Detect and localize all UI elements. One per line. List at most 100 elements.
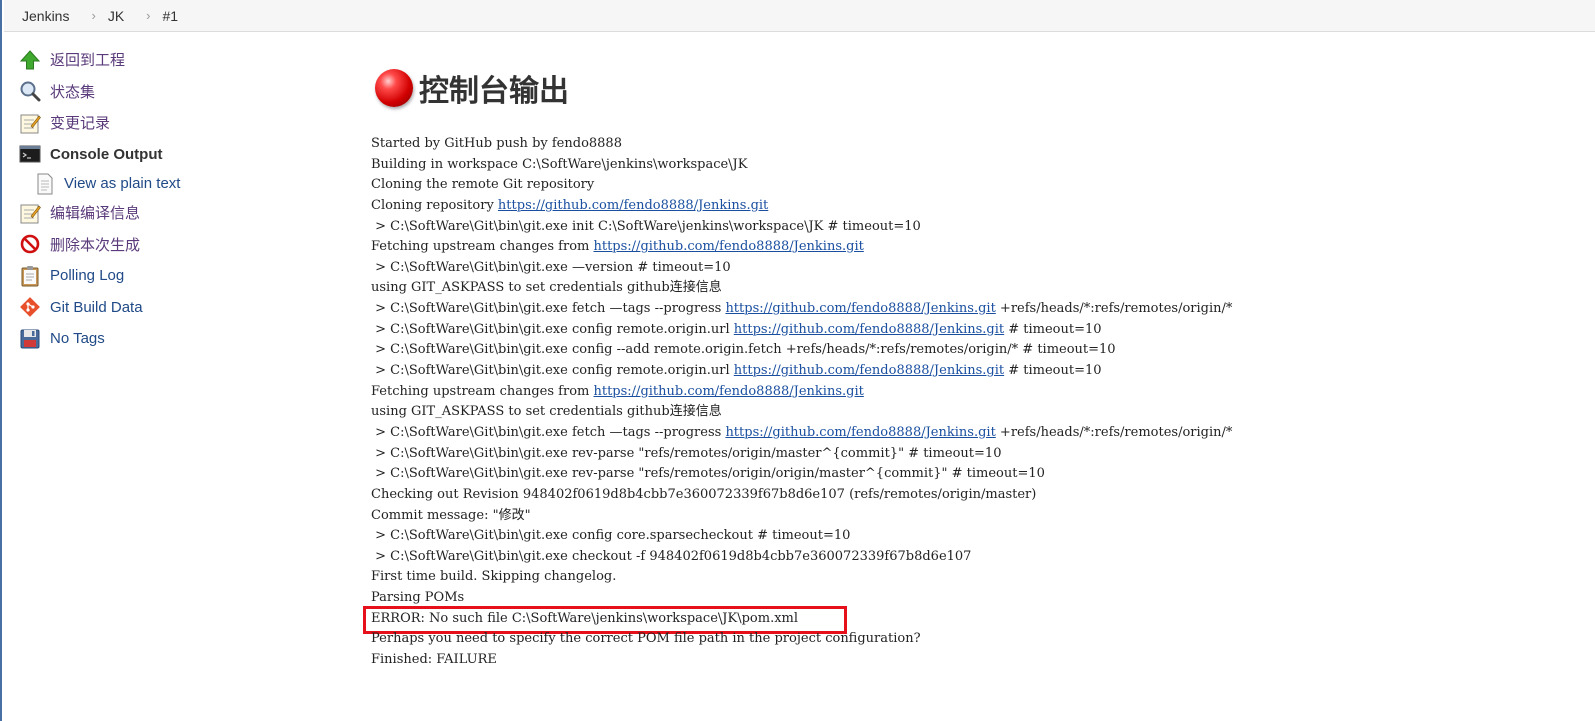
no-entry-icon xyxy=(18,232,42,256)
sidebar-item-label: View as plain text xyxy=(64,175,181,192)
repository-link[interactable]: https://github.com/fendo8888/Jenkins.git xyxy=(593,384,863,399)
sidebar-item-label: 返回到工程 xyxy=(50,52,126,70)
console-text: > C:\SoftWare\Git\bin\git.exe fetch —tag… xyxy=(371,424,726,440)
console-text: > C:\SoftWare\Git\bin\git.exe checkout -… xyxy=(371,548,972,564)
repository-link[interactable]: https://github.com/fendo8888/Jenkins.git xyxy=(734,322,1004,337)
page-title: 控制台输出 xyxy=(375,64,1571,112)
console-line: Finished: FAILURE xyxy=(371,650,1571,671)
console-error-line: ERROR: No such file C:\SoftWare\jenkins\… xyxy=(363,605,1571,634)
console-text: > C:\SoftWare\Git\bin\git.exe config rem… xyxy=(371,321,734,337)
repository-link[interactable]: https://github.com/fendo8888/Jenkins.git xyxy=(734,363,1004,378)
console-line: Parsing POMs xyxy=(371,588,1571,609)
sidebar-item-changes[interactable]: 变更记录 xyxy=(18,107,318,139)
console-line: > C:\SoftWare\Git\bin\git.exe rev-parse … xyxy=(371,464,1571,485)
console-line: Started by GitHub push by fendo8888 xyxy=(371,134,1571,155)
console-line: Commit message: "修改" xyxy=(371,506,1571,527)
console-text: using GIT_ASKPASS to set credentials git… xyxy=(371,280,722,296)
sidebar-item-status[interactable]: 状态集 xyxy=(18,76,318,108)
console-line: > C:\SoftWare\Git\bin\git.exe checkout -… xyxy=(371,547,1571,568)
console-text: using GIT_ASKPASS to set credentials git… xyxy=(371,404,722,420)
console-line: Checking out Revision 948402f0619d8b4cbb… xyxy=(371,485,1571,506)
console-text: > C:\SoftWare\Git\bin\git.exe config rem… xyxy=(371,363,734,379)
console-text: Building in workspace C:\SoftWare\jenkin… xyxy=(371,156,748,172)
sidebar-item-console-output[interactable]: Console Output xyxy=(18,139,318,171)
console-line: > C:\SoftWare\Git\bin\git.exe config cor… xyxy=(371,526,1571,547)
console-text: > C:\SoftWare\Git\bin\git.exe init C:\So… xyxy=(371,218,921,234)
breadcrumb-separator: › xyxy=(146,8,151,23)
console-line: > C:\SoftWare\Git\bin\git.exe init C:\So… xyxy=(371,217,1571,238)
console-line: > C:\SoftWare\Git\bin\git.exe config --a… xyxy=(371,340,1571,361)
breadcrumb-jk[interactable]: JK xyxy=(108,8,134,24)
console-text: # timeout=10 xyxy=(1004,363,1102,379)
notepad-edit-icon xyxy=(18,201,42,225)
page-title-text: 控制台输出 xyxy=(419,75,569,108)
console-line: > C:\SoftWare\Git\bin\git.exe config rem… xyxy=(371,320,1571,341)
notepad-icon xyxy=(18,111,42,135)
console-text: # timeout=10 xyxy=(1004,321,1102,337)
sidebar: 返回到工程 状态集 变更记录 Console Output View as pl… xyxy=(18,44,318,355)
console-line: using GIT_ASKPASS to set credentials git… xyxy=(371,402,1571,423)
jenkins-window: Jenkins › JK › #1 返回到工程 状态集 变更记录 Console… xyxy=(0,0,1595,721)
sidebar-item-back-to-project[interactable]: 返回到工程 xyxy=(18,44,318,76)
console-text: Cloning the remote Git repository xyxy=(371,177,595,193)
sidebar-item-label: Polling Log xyxy=(50,267,125,285)
console-line: > C:\SoftWare\Git\bin\git.exe —version #… xyxy=(371,258,1571,279)
sidebar-item-polling-log[interactable]: Polling Log xyxy=(18,260,318,292)
console-text: Commit message: "修改" xyxy=(371,507,531,523)
magnifier-icon xyxy=(18,79,42,103)
breadcrumb-build-number[interactable]: #1 xyxy=(163,8,189,24)
console-text: > C:\SoftWare\Git\bin\git.exe rev-parse … xyxy=(371,445,1002,461)
sidebar-item-label: No Tags xyxy=(50,330,105,348)
console-text: Perhaps you need to specify the correct … xyxy=(371,631,921,647)
console-text: Fetching upstream changes from xyxy=(371,383,594,399)
console-text: Fetching upstream changes from xyxy=(371,239,594,255)
floppy-icon xyxy=(18,327,42,351)
sidebar-item-label: 删除本次生成 xyxy=(50,236,141,254)
sidebar-item-label: 状态集 xyxy=(50,83,96,101)
sidebar-item-delete-build[interactable]: 删除本次生成 xyxy=(18,229,318,261)
repository-link[interactable]: https://github.com/fendo8888/Jenkins.git xyxy=(725,301,995,316)
console-text: > C:\SoftWare\Git\bin\git.exe config --a… xyxy=(371,342,1116,358)
sidebar-item-label: Console Output xyxy=(50,145,163,163)
console-line: Cloning the remote Git repository xyxy=(371,175,1571,196)
repository-link[interactable]: https://github.com/fendo8888/Jenkins.git xyxy=(725,425,995,440)
console-text: First time build. Skipping changelog. xyxy=(371,569,617,585)
sidebar-item-label: Git Build Data xyxy=(50,298,143,316)
breadcrumb-separator: › xyxy=(91,8,96,23)
breadcrumb: Jenkins › JK › #1 xyxy=(4,0,1595,32)
console-text: > C:\SoftWare\Git\bin\git.exe config cor… xyxy=(371,528,851,544)
repository-link[interactable]: https://github.com/fendo8888/Jenkins.git xyxy=(498,198,768,213)
terminal-icon xyxy=(18,142,42,166)
console-line: Fetching upstream changes from https://g… xyxy=(371,382,1571,403)
sidebar-item-label: 编辑编译信息 xyxy=(50,205,141,223)
build-status-ball-icon xyxy=(375,69,413,107)
console-line: Fetching upstream changes from https://g… xyxy=(371,237,1571,258)
console-text: Cloning repository xyxy=(371,197,498,213)
console-text: ERROR: No such file C:\SoftWare\jenkins\… xyxy=(371,610,799,626)
git-icon xyxy=(18,295,42,319)
console-text: > C:\SoftWare\Git\bin\git.exe fetch —tag… xyxy=(371,301,726,317)
document-icon xyxy=(35,173,55,195)
console-line: > C:\SoftWare\Git\bin\git.exe rev-parse … xyxy=(371,444,1571,465)
sidebar-item-view-plain-text[interactable]: View as plain text xyxy=(18,170,318,197)
console-text: +refs/heads/*:refs/remotes/origin/* xyxy=(995,424,1233,440)
console-text: Started by GitHub push by fendo8888 xyxy=(371,136,622,151)
console-text: > C:\SoftWare\Git\bin\git.exe —version #… xyxy=(371,259,731,275)
console-text: Parsing POMs xyxy=(371,590,465,606)
console-text: Checking out Revision 948402f0619d8b4cbb… xyxy=(371,486,1037,502)
breadcrumb-jenkins[interactable]: Jenkins xyxy=(4,8,79,24)
sidebar-item-no-tags[interactable]: No Tags xyxy=(18,323,318,355)
console-line: > C:\SoftWare\Git\bin\git.exe config rem… xyxy=(371,361,1571,382)
console-output: Started by GitHub push by fendo8888 Build… xyxy=(363,134,1571,671)
console-text: +refs/heads/*:refs/remotes/origin/* xyxy=(995,301,1233,317)
console-line: > C:\SoftWare\Git\bin\git.exe fetch —tag… xyxy=(371,423,1571,444)
console-line: > C:\SoftWare\Git\bin\git.exe fetch —tag… xyxy=(371,299,1571,320)
console-line: Perhaps you need to specify the correct … xyxy=(371,629,1571,650)
console-line: Building in workspace C:\SoftWare\jenkin… xyxy=(371,155,1571,176)
sidebar-item-edit-build-info[interactable]: 编辑编译信息 xyxy=(18,197,318,229)
console-line: using GIT_ASKPASS to set credentials git… xyxy=(371,278,1571,299)
main-content: 控制台输出 Started by GitHub push by fendo888… xyxy=(363,64,1571,671)
console-text: > C:\SoftWare\Git\bin\git.exe rev-parse … xyxy=(371,466,1045,482)
repository-link[interactable]: https://github.com/fendo8888/Jenkins.git xyxy=(593,239,863,254)
sidebar-item-git-build-data[interactable]: Git Build Data xyxy=(18,292,318,324)
